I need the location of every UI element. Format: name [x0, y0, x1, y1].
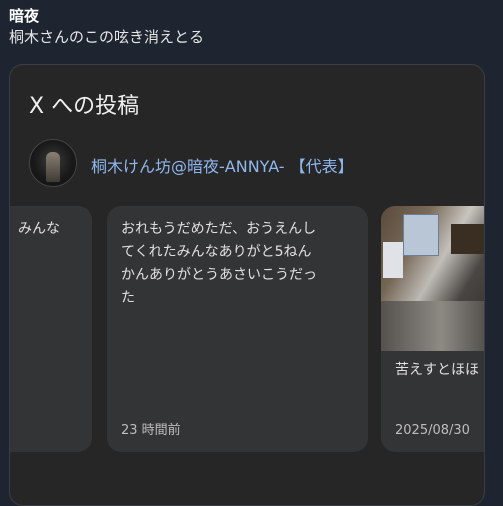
embedded-x-post[interactable]: X への投稿 桐木けん坊@暗夜-ANNYA- 【代表】 みんな おれもうだめただ… — [9, 64, 485, 506]
post-card[interactable]: みんな — [10, 206, 92, 452]
post-card-photo[interactable] — [381, 206, 484, 351]
post-card[interactable]: おれもうだめただ、おうえんし てくれたみんなありがと5ねん かんありがとうあさい… — [107, 206, 368, 452]
photo-floor — [381, 301, 484, 351]
post-card-timestamp: 23 時間前 — [121, 423, 181, 438]
photo-window — [383, 242, 403, 278]
avatar-figure — [46, 152, 60, 182]
post-card-text: 苦えすとほほ — [395, 362, 479, 378]
avatar[interactable] — [29, 139, 77, 187]
embed-title: X への投稿 — [29, 94, 140, 119]
post-author[interactable]: 暗夜 — [9, 6, 204, 26]
post-header: 暗夜 桐木さんのこの呟き消えとる — [9, 6, 204, 47]
account-name-link[interactable]: 桐木けん坊@暗夜-ANNYA- 【代表】 — [91, 153, 354, 177]
photo-shelf — [451, 224, 484, 254]
post-card-timestamp: 2025/08/30 — [395, 423, 470, 438]
post-card-text: おれもうだめただ、おうえんし てくれたみんなありがと5ねん かんありがとうあさい… — [121, 221, 317, 306]
post-card[interactable]: 苦えすとほほ 2025/08/30 — [381, 206, 484, 452]
photo-poster — [403, 214, 439, 256]
post-card-text: みんな — [18, 221, 60, 237]
post-carousel[interactable]: みんな おれもうだめただ、おうえんし てくれたみんなありがと5ねん かんありがと… — [10, 206, 484, 456]
post-text: 桐木さんのこの呟き消えとる — [9, 28, 205, 46]
